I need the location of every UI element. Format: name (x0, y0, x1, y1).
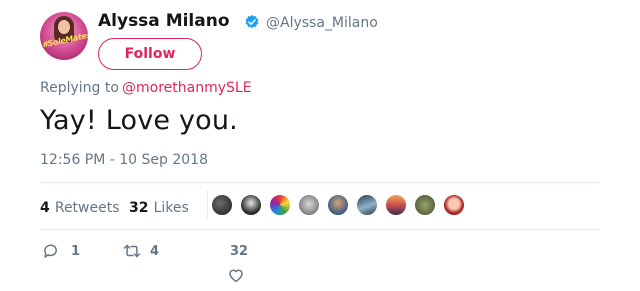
liker-avatar[interactable] (356, 194, 378, 216)
liker-avatar[interactable] (385, 194, 407, 216)
liker-avatar[interactable] (443, 194, 465, 216)
likes-count: 32 (129, 200, 149, 216)
avatar-face (58, 20, 70, 34)
liker-avatar[interactable] (269, 194, 291, 216)
divider-top (40, 182, 600, 183)
heart-icon[interactable] (227, 266, 245, 284)
liker-avatar[interactable] (414, 194, 436, 216)
stats-separator (207, 190, 208, 220)
liker-avatar[interactable] (298, 194, 320, 216)
reply-icon[interactable] (42, 242, 60, 260)
tweet-text: Yay! Love you. (40, 105, 238, 136)
retweet-count: 4 (150, 244, 160, 259)
liker-avatar[interactable] (240, 194, 262, 216)
replying-to-label: Replying to (40, 80, 119, 96)
liker-avatar[interactable] (327, 194, 349, 216)
retweet-icon[interactable] (122, 242, 142, 260)
likes-stat[interactable]: 32 Likes (129, 197, 189, 216)
retweets-stat[interactable]: 4 Retweets (40, 197, 120, 216)
retweets-label: Retweets (54, 200, 120, 216)
author-avatar[interactable]: #SoleMates (40, 12, 88, 60)
author-display-name[interactable]: Alyssa Milano (98, 11, 230, 31)
tweet-timestamp[interactable]: 12:56 PM - 10 Sep 2018 (40, 152, 208, 168)
author-handle[interactable]: @Alyssa_Milano (266, 15, 378, 31)
follow-button[interactable]: Follow (98, 38, 202, 70)
divider-bottom (40, 229, 600, 230)
retweets-count: 4 (40, 200, 50, 216)
reply-mention-link[interactable]: @morethanmySLE (122, 80, 252, 96)
liker-avatar[interactable] (211, 194, 233, 216)
verified-badge-icon (245, 15, 259, 29)
reply-count: 1 (71, 244, 81, 259)
likes-label: Likes (153, 200, 189, 216)
like-count: 32 (230, 244, 249, 259)
